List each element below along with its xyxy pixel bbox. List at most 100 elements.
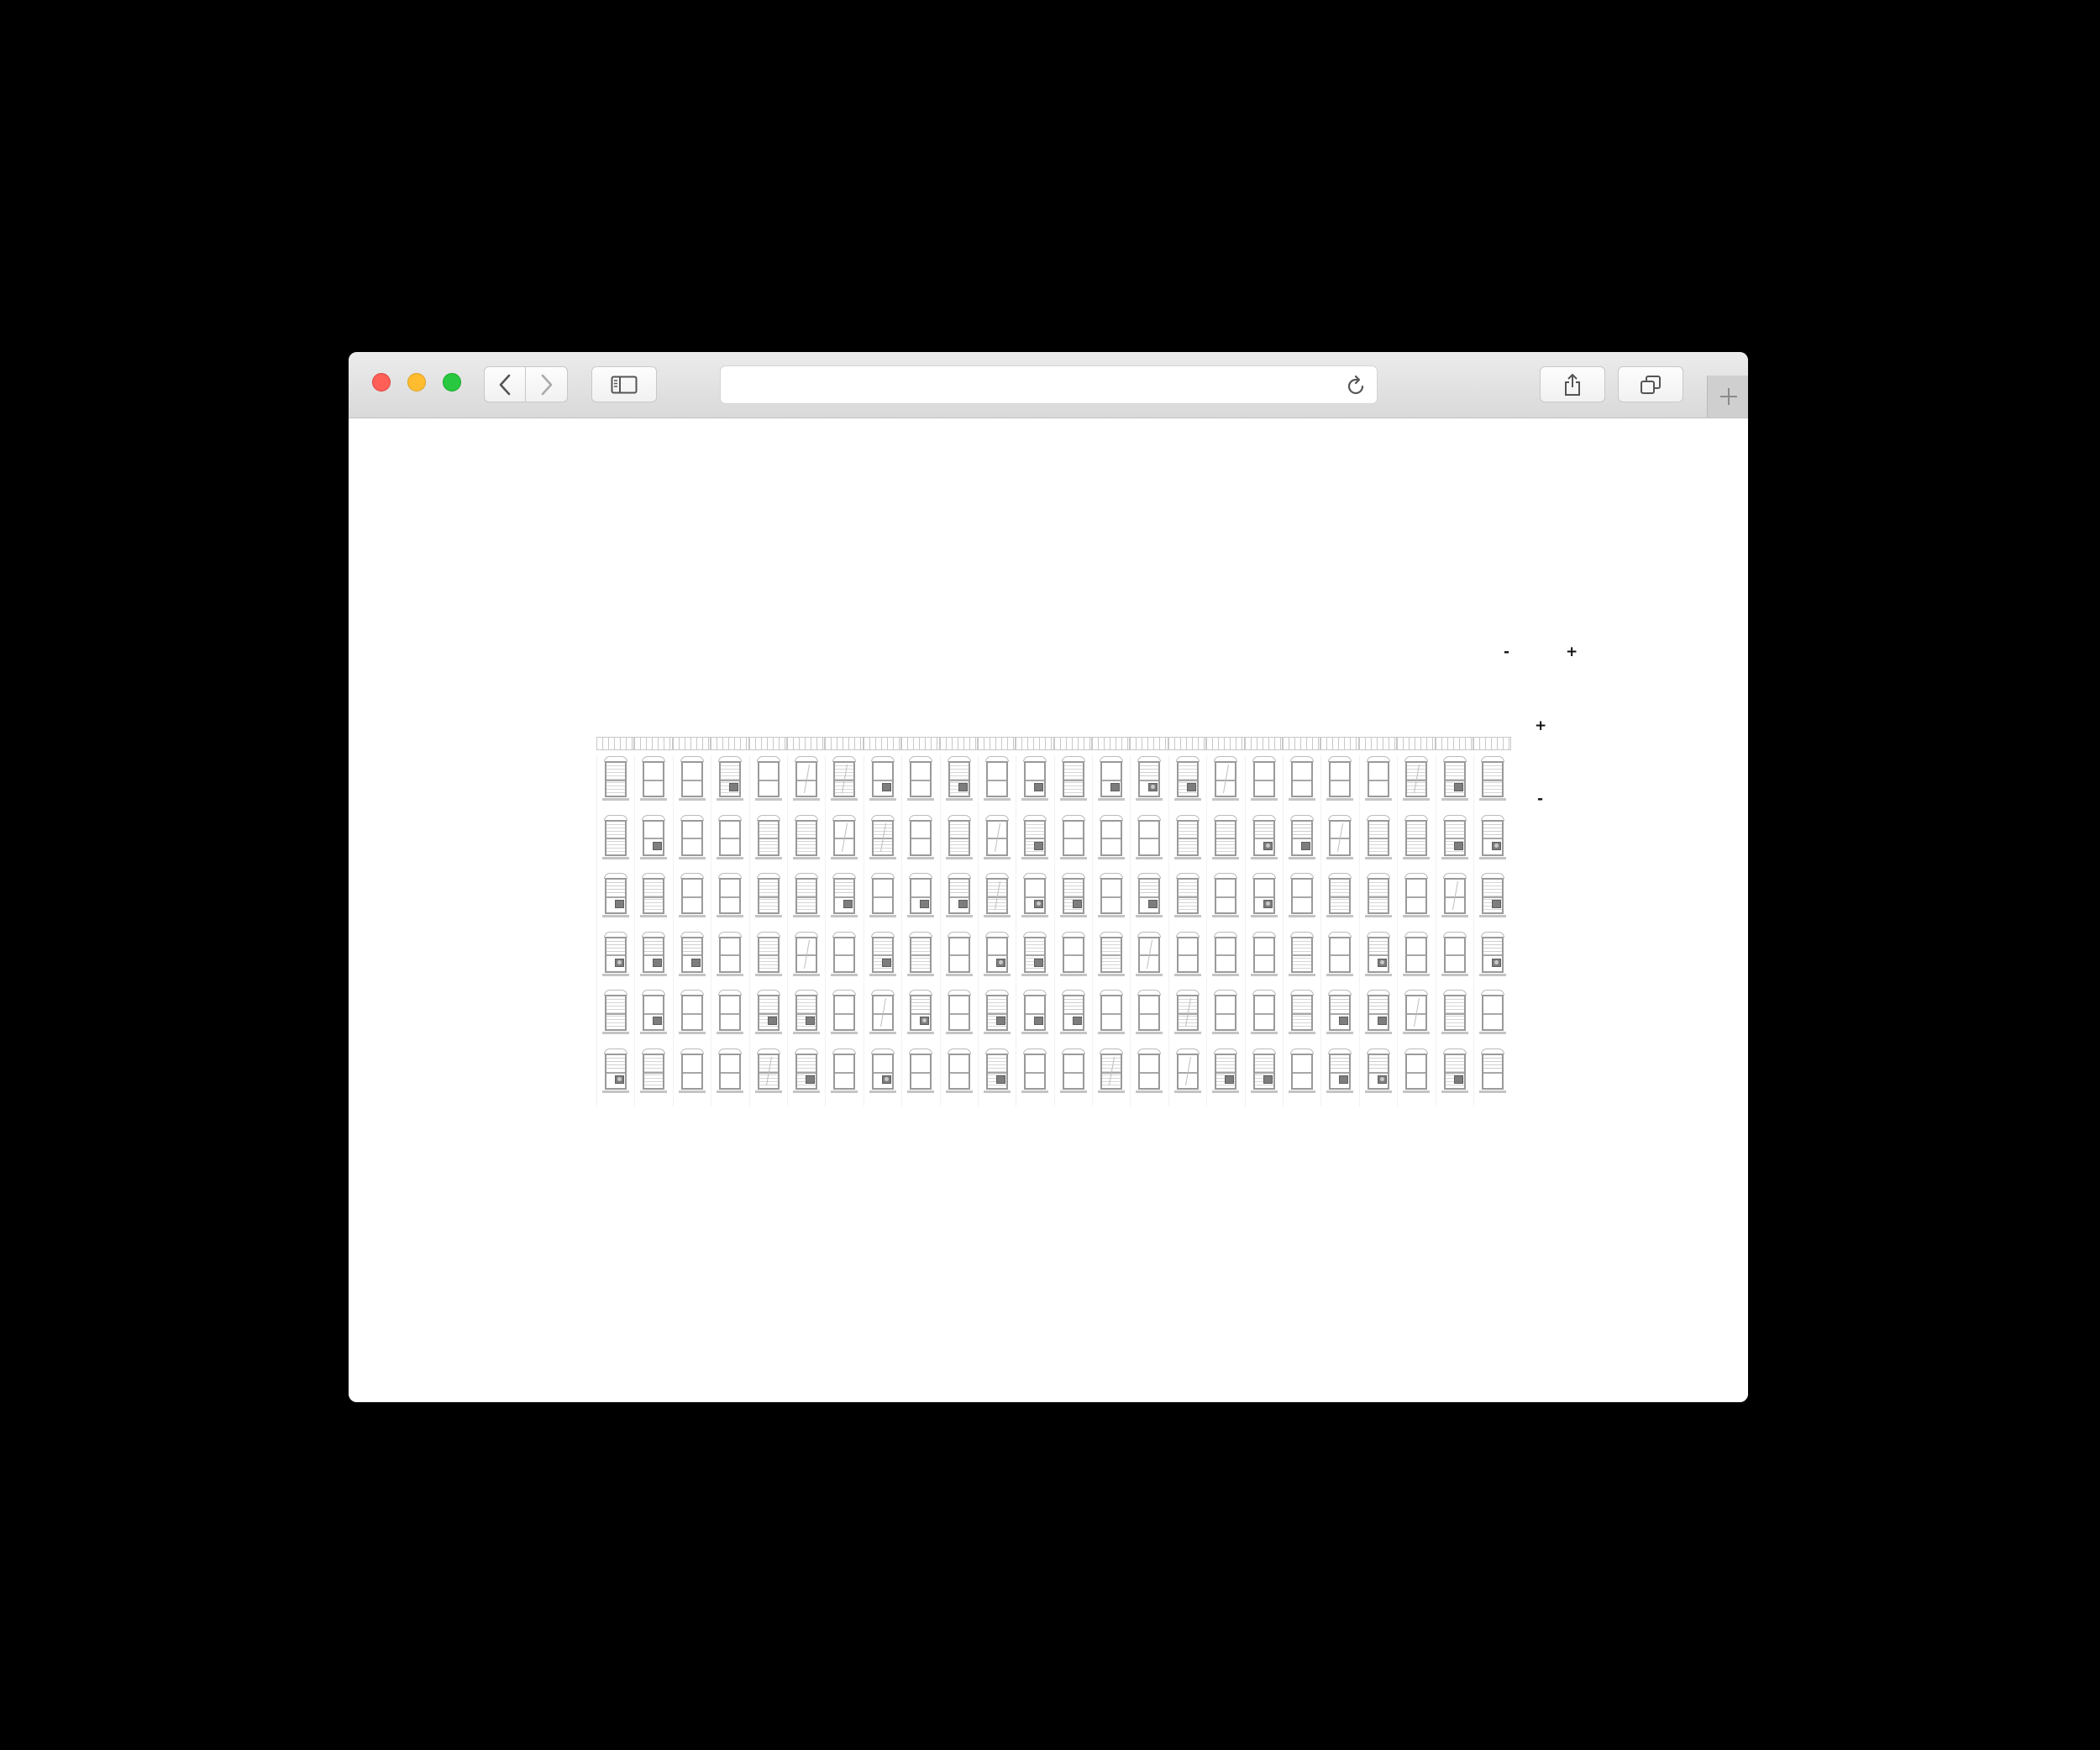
window-unit[interactable] [863, 872, 901, 932]
window-unit[interactable] [1473, 755, 1511, 814]
window-unit[interactable] [596, 813, 634, 873]
window-unit[interactable] [1206, 755, 1244, 814]
window-unit[interactable] [1473, 930, 1511, 990]
window-unit[interactable] [1435, 930, 1473, 990]
window-unit[interactable] [748, 989, 787, 1048]
window-unit[interactable] [786, 755, 825, 814]
window-unit[interactable] [1320, 1048, 1358, 1106]
window-unit[interactable] [1053, 989, 1092, 1048]
window-unit[interactable] [1053, 1048, 1092, 1106]
window-unit[interactable] [1206, 872, 1244, 932]
window-unit[interactable] [634, 1048, 672, 1106]
window-unit[interactable] [977, 872, 1016, 932]
window-unit[interactable] [1168, 872, 1206, 932]
window-unit[interactable] [939, 930, 978, 990]
window-unit[interactable] [1092, 755, 1130, 814]
window-unit[interactable] [711, 813, 748, 873]
window-unit[interactable] [901, 813, 939, 873]
window-unit[interactable] [939, 755, 978, 814]
window-unit[interactable] [1283, 1048, 1320, 1106]
window-unit[interactable] [1358, 989, 1397, 1048]
window-unit[interactable] [1016, 989, 1053, 1048]
window-unit[interactable] [939, 1048, 978, 1106]
window-unit[interactable] [634, 755, 672, 814]
window-unit[interactable] [748, 930, 787, 990]
window-unit[interactable] [1358, 872, 1397, 932]
forward-button[interactable] [526, 366, 568, 402]
window-unit[interactable] [596, 930, 634, 990]
window-unit[interactable] [1053, 872, 1092, 932]
window-unit[interactable] [1168, 755, 1206, 814]
window-unit[interactable] [1168, 1048, 1206, 1106]
window-unit[interactable] [901, 872, 939, 932]
add-floor-button[interactable]: + [1535, 717, 1546, 734]
zoom-in-button[interactable]: + [1566, 644, 1578, 660]
window-unit[interactable] [1397, 989, 1435, 1048]
window-unit[interactable] [1244, 872, 1283, 932]
window-unit[interactable] [1358, 813, 1397, 873]
window-unit[interactable] [1283, 989, 1320, 1048]
window-unit[interactable] [939, 872, 978, 932]
window-unit[interactable] [1092, 930, 1130, 990]
window-unit[interactable] [977, 1048, 1016, 1106]
window-unit[interactable] [634, 813, 672, 873]
window-unit[interactable] [1053, 930, 1092, 990]
minimize-window-button[interactable] [407, 373, 426, 392]
zoom-out-button[interactable]: - [1504, 644, 1509, 660]
window-unit[interactable] [596, 755, 634, 814]
window-unit[interactable] [939, 989, 978, 1048]
window-unit[interactable] [1397, 930, 1435, 990]
window-unit[interactable] [672, 1048, 711, 1106]
window-unit[interactable] [1168, 813, 1206, 873]
address-bar[interactable] [720, 365, 1378, 404]
window-unit[interactable] [1206, 930, 1244, 990]
window-unit[interactable] [711, 872, 748, 932]
window-unit[interactable] [748, 755, 787, 814]
window-unit[interactable] [1053, 755, 1092, 814]
url-input[interactable] [731, 371, 1322, 400]
window-unit[interactable] [825, 1048, 863, 1106]
window-unit[interactable] [1130, 813, 1168, 873]
window-unit[interactable] [1130, 930, 1168, 990]
window-unit[interactable] [711, 930, 748, 990]
window-unit[interactable] [1244, 1048, 1283, 1106]
window-unit[interactable] [634, 930, 672, 990]
window-unit[interactable] [711, 989, 748, 1048]
window-unit[interactable] [1168, 989, 1206, 1048]
remove-floor-button[interactable]: - [1537, 791, 1543, 807]
window-unit[interactable] [1016, 930, 1053, 990]
window-unit[interactable] [786, 989, 825, 1048]
window-unit[interactable] [977, 813, 1016, 873]
window-unit[interactable] [1473, 872, 1511, 932]
window-unit[interactable] [1397, 755, 1435, 814]
window-unit[interactable] [863, 813, 901, 873]
window-unit[interactable] [1435, 872, 1473, 932]
window-unit[interactable] [863, 755, 901, 814]
window-unit[interactable] [901, 755, 939, 814]
window-unit[interactable] [672, 989, 711, 1048]
share-button[interactable] [1540, 366, 1605, 402]
window-unit[interactable] [748, 872, 787, 932]
window-unit[interactable] [901, 1048, 939, 1106]
window-unit[interactable] [634, 872, 672, 932]
window-unit[interactable] [825, 813, 863, 873]
window-unit[interactable] [863, 930, 901, 990]
window-unit[interactable] [1016, 813, 1053, 873]
window-unit[interactable] [901, 930, 939, 990]
window-unit[interactable] [1435, 1048, 1473, 1106]
reload-icon[interactable] [1347, 375, 1367, 397]
window-unit[interactable] [1092, 872, 1130, 932]
window-unit[interactable] [1206, 1048, 1244, 1106]
window-unit[interactable] [1320, 872, 1358, 932]
window-unit[interactable] [711, 755, 748, 814]
window-unit[interactable] [786, 872, 825, 932]
window-unit[interactable] [596, 989, 634, 1048]
window-unit[interactable] [1435, 989, 1473, 1048]
window-unit[interactable] [1016, 755, 1053, 814]
window-unit[interactable] [1283, 930, 1320, 990]
window-unit[interactable] [1358, 1048, 1397, 1106]
window-unit[interactable] [672, 930, 711, 990]
window-unit[interactable] [939, 813, 978, 873]
window-unit[interactable] [1016, 1048, 1053, 1106]
window-unit[interactable] [1435, 813, 1473, 873]
